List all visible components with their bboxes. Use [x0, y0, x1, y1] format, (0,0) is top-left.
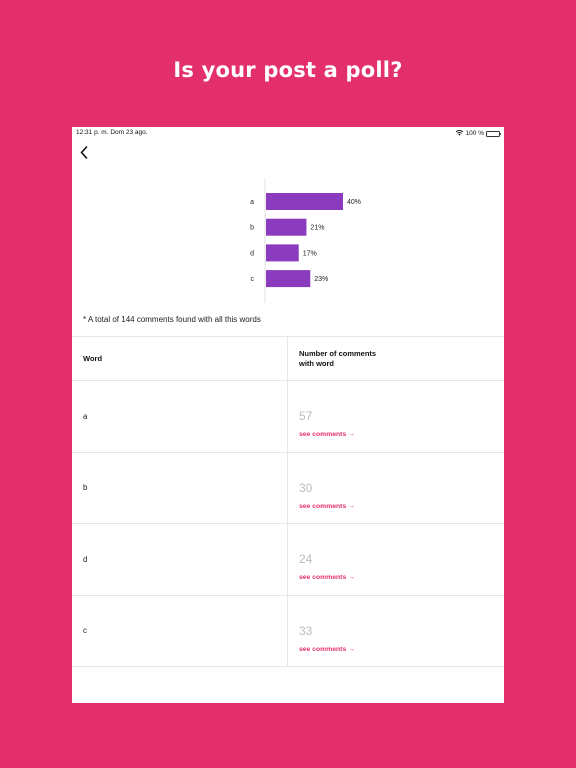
chart-value-label: 21%	[310, 225, 324, 232]
row-count-cell: 24 see comments →	[288, 524, 504, 595]
see-comments-link[interactable]: see comments →	[299, 574, 355, 581]
table-row: c 33 see comments →	[72, 595, 504, 667]
total-comments-note: * A total of 144 comments found with all…	[83, 315, 261, 324]
row-count: 24	[299, 552, 313, 566]
header-count-line1: Number of comments	[299, 349, 377, 358]
chart-category-label: c	[251, 276, 255, 283]
header-count: Number of comments with word	[288, 337, 504, 380]
device-screen: 12:31 p. m. Dom 23 ago. 100 % a 40% b 21% d 1…	[72, 127, 504, 703]
chart-bar-a	[266, 193, 343, 210]
row-count-cell: 30 see comments →	[288, 453, 504, 524]
row-count: 30	[299, 480, 313, 495]
row-word: b	[72, 452, 288, 523]
row-count: 33	[299, 623, 313, 638]
header-count-line2: with word	[299, 359, 334, 368]
row-word: d	[72, 524, 288, 595]
page-headline: Is your post a poll?	[173, 58, 403, 82]
table-row: b 30 see comments →	[72, 452, 504, 524]
chart-category-label: a	[250, 199, 254, 206]
chart-value-label: 17%	[303, 250, 317, 257]
word-table: Word Number of comments with word a 57 s…	[72, 336, 504, 667]
poll-bar-chart: a 40% b 21% d 17% c 23%	[250, 179, 361, 303]
chart-category-label: b	[250, 225, 254, 232]
chart-bar-b	[266, 218, 307, 236]
chart-value-label: 23%	[314, 276, 328, 283]
table-row: a 57 see comments →	[72, 381, 504, 453]
row-count-cell: 33 see comments →	[288, 596, 504, 667]
chart-bar-d	[266, 244, 299, 262]
see-comments-link[interactable]: see comments →	[299, 431, 355, 438]
see-comments-link[interactable]: see comments →	[299, 646, 355, 653]
row-count: 57	[299, 409, 313, 423]
see-comments-link[interactable]: see comments →	[299, 503, 355, 510]
header-word: Word	[72, 337, 288, 380]
row-count-cell: 57 see comments →	[288, 381, 504, 452]
chart-bar-c	[266, 270, 311, 288]
table-row: d 24 see comments →	[72, 524, 504, 596]
chart-category-label: d	[250, 250, 254, 257]
table-header: Word Number of comments with word	[72, 337, 504, 381]
chart-value-label: 40%	[347, 199, 361, 206]
row-word: a	[72, 381, 288, 452]
row-word: c	[72, 595, 288, 666]
